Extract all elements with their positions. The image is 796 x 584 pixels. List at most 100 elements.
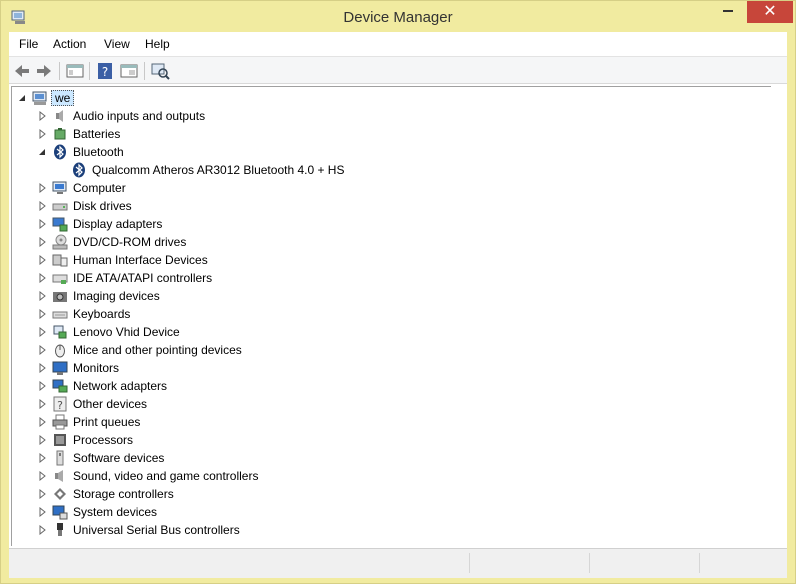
tree-item-monitors[interactable]: Monitors [12, 359, 312, 377]
dvd-drive-icon [52, 234, 68, 250]
tree-root-node[interactable]: we [12, 89, 212, 107]
expand-arrow-icon[interactable] [37, 327, 47, 337]
expand-arrow-icon[interactable] [37, 201, 47, 211]
sound-icon [55, 470, 63, 482]
vertical-scrollbar[interactable] [771, 86, 787, 546]
tree-item-bluetooth-device[interactable]: Qualcomm Atheros AR3012 Bluetooth 4.0 + … [12, 161, 412, 179]
properties-icon[interactable] [119, 61, 139, 81]
tree-item-batteries[interactable]: Batteries [12, 125, 312, 143]
tree-item-audio[interactable]: Audio inputs and outputs [12, 107, 312, 125]
processor-icon [54, 434, 66, 446]
title-bar[interactable]: Device Manager ✕ [1, 1, 795, 33]
menu-view[interactable]: View [104, 37, 130, 51]
expand-arrow-icon[interactable] [37, 111, 47, 121]
tree-item-system-devices[interactable]: System devices [12, 503, 312, 521]
tree-item-hid[interactable]: Human Interface Devices [12, 251, 312, 269]
tree-item-imaging-devices[interactable]: Imaging devices [12, 287, 312, 305]
expand-arrow-icon[interactable] [37, 363, 47, 373]
menu-action[interactable]: Action [53, 37, 86, 51]
expand-arrow-icon[interactable] [37, 489, 47, 499]
tree-item-label: Bluetooth [73, 145, 124, 159]
tree-item-bluetooth[interactable]: Bluetooth [12, 143, 312, 161]
device-manager-window: Device Manager ✕ File Action View Help ?… [0, 0, 796, 584]
status-pane [699, 553, 785, 573]
tree-item-ide-controllers[interactable]: IDE ATA/ATAPI controllers [12, 269, 312, 287]
window-title: Device Manager [343, 9, 453, 26]
expand-arrow-icon[interactable] [37, 291, 47, 301]
expand-arrow-icon[interactable] [37, 183, 47, 193]
network-adapter-icon [52, 379, 68, 393]
expand-arrow-icon[interactable] [37, 435, 47, 445]
tree-item-label: Network adapters [73, 379, 168, 393]
expand-arrow-icon[interactable] [37, 507, 47, 517]
lenovo-device-icon [53, 325, 67, 339]
camera-icon [53, 292, 67, 302]
tree-item-print-queues[interactable]: Print queues [12, 413, 312, 431]
expand-arrow-icon[interactable] [37, 345, 47, 355]
menu-help[interactable]: Help [145, 37, 170, 51]
tree-item-label: Imaging devices [73, 289, 160, 303]
help-icon[interactable]: ? [95, 61, 115, 81]
tree-item-processors[interactable]: Processors [12, 431, 312, 449]
tree-item-storage-controllers[interactable]: Storage controllers [12, 485, 312, 503]
tree-item-disk-drives[interactable]: Disk drives [12, 197, 312, 215]
tree-item-usb-controllers[interactable]: Universal Serial Bus controllers [12, 521, 312, 539]
tree-item-network-adapters[interactable]: Network adapters [12, 377, 312, 395]
expand-arrow-icon[interactable] [37, 471, 47, 481]
tree-item-dvd-drives[interactable]: DVD/CD-ROM drives [12, 233, 312, 251]
tree-item-label: Human Interface Devices [73, 253, 208, 267]
expand-arrow-icon[interactable] [37, 525, 47, 535]
expand-arrow-icon[interactable] [37, 129, 47, 139]
tree-item-label: Sound, video and game controllers [73, 469, 259, 483]
show-hide-console-tree-icon[interactable] [65, 61, 85, 81]
tree-item-computer[interactable]: Computer [12, 179, 312, 197]
tree-item-other-devices[interactable]: ? Other devices [12, 395, 312, 413]
close-icon: ✕ [763, 3, 777, 20]
expand-arrow-icon[interactable] [37, 381, 47, 391]
computer-icon [32, 91, 47, 105]
status-pane [469, 553, 589, 573]
tree-item-label: System devices [73, 505, 158, 519]
battery-icon [54, 128, 66, 140]
expand-arrow-icon[interactable] [37, 273, 47, 283]
expand-arrow-icon[interactable] [37, 219, 47, 229]
scan-hardware-icon[interactable] [150, 61, 170, 81]
device-tree[interactable]: we Audio inputs and outputs Batteries Bl… [11, 86, 771, 546]
expand-arrow-icon[interactable] [37, 309, 47, 319]
mouse-icon [55, 344, 65, 358]
back-icon[interactable] [12, 61, 32, 81]
tree-item-label: Other devices [73, 397, 148, 411]
tree-item-keyboards[interactable]: Keyboards [12, 305, 312, 323]
expand-arrow-icon[interactable] [37, 399, 47, 409]
tree-item-software-devices[interactable]: Software devices [12, 449, 312, 467]
tree-item-label: Computer [73, 181, 126, 195]
close-button[interactable]: ✕ [747, 1, 793, 23]
tree-item-label: Mice and other pointing devices [73, 343, 242, 357]
tree-item-label: Keyboards [73, 307, 131, 321]
tree-item-label: Monitors [73, 361, 120, 375]
tree-item-label: Display adapters [73, 217, 163, 231]
forward-icon[interactable] [34, 61, 54, 81]
speaker-icon [56, 110, 63, 122]
expand-arrow-icon[interactable] [37, 417, 47, 427]
status-bar [9, 548, 787, 578]
disk-drive-icon [52, 203, 68, 211]
menu-bar: File Action View Help [9, 32, 787, 56]
client-area: File Action View Help ? we Audio inputs … [9, 32, 787, 578]
collapse-arrow-icon[interactable] [17, 93, 27, 103]
ide-controller-icon [52, 274, 68, 284]
tree-item-mice[interactable]: Mice and other pointing devices [12, 341, 312, 359]
expand-arrow-icon[interactable] [37, 453, 47, 463]
tree-item-label: Print queues [73, 415, 141, 429]
collapse-arrow-icon[interactable] [37, 147, 47, 157]
menu-file[interactable]: File [19, 37, 38, 51]
expand-arrow-icon[interactable] [37, 255, 47, 265]
tree-item-lenovo-vhid[interactable]: Lenovo Vhid Device [12, 323, 312, 341]
minimize-button[interactable] [714, 1, 741, 23]
expand-arrow-icon[interactable] [37, 237, 47, 247]
bluetooth-icon [73, 162, 85, 178]
tree-item-sound-video[interactable]: Sound, video and game controllers [12, 467, 312, 485]
tree-item-display-adapters[interactable]: Display adapters [12, 215, 312, 233]
monitor-icon [52, 361, 68, 375]
tree-item-label: Lenovo Vhid Device [73, 325, 180, 339]
